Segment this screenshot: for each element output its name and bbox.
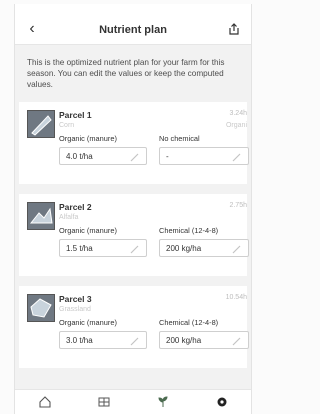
app-bar: ‹ Nutrient plan bbox=[15, 16, 251, 45]
organic-value: 3.0 t/ha bbox=[66, 336, 93, 345]
chemical-label: Chemical (12-4-8) bbox=[159, 226, 219, 235]
chemical-field[interactable]: 200 kg/ha bbox=[159, 239, 249, 257]
organic-value: 4.0 t/ha bbox=[66, 152, 93, 161]
pencil-icon[interactable] bbox=[232, 244, 242, 254]
pencil-icon[interactable] bbox=[232, 152, 242, 162]
chemical-label: Chemical (12-4-8) bbox=[159, 318, 219, 327]
pencil-icon[interactable] bbox=[130, 244, 140, 254]
parcel-thumbnail bbox=[27, 110, 55, 138]
share-icon[interactable] bbox=[227, 22, 241, 36]
organic-label: Organic (manure) bbox=[59, 134, 117, 143]
organic-value: 1.5 t/ha bbox=[66, 244, 93, 253]
chemical-value: 200 kg/ha bbox=[166, 244, 202, 253]
parcel-name: Parcel 3 bbox=[59, 294, 92, 304]
parcel-card: Parcel 1 Corn 3.24h Organi Organic (manu… bbox=[19, 102, 249, 184]
parcel-name: Parcel 1 bbox=[59, 110, 92, 120]
parcel-crop: Alfalfa bbox=[59, 214, 79, 221]
intro-text: This is the optimized nutrient plan for … bbox=[15, 45, 251, 102]
organic-field[interactable]: 3.0 t/ha bbox=[59, 331, 147, 349]
pencil-icon[interactable] bbox=[130, 336, 140, 346]
organic-field[interactable]: 4.0 t/ha bbox=[59, 147, 147, 165]
organic-field[interactable]: 1.5 t/ha bbox=[59, 239, 147, 257]
page-title: Nutrient plan bbox=[99, 24, 167, 36]
parcel-area: 10.54h bbox=[225, 294, 247, 301]
settings-icon[interactable] bbox=[211, 391, 233, 413]
parcel-card: Parcel 2 Alfalfa 2.75h Organic (manure) … bbox=[19, 194, 249, 276]
status-bar bbox=[15, 4, 251, 16]
pencil-icon[interactable] bbox=[130, 152, 140, 162]
parcel-area: 3.24h bbox=[229, 110, 247, 117]
chemical-value: 200 kg/ha bbox=[166, 336, 202, 345]
plant-icon[interactable] bbox=[152, 391, 174, 413]
parcel-crop: Corn bbox=[59, 122, 75, 129]
back-arrow-icon[interactable]: ‹ bbox=[23, 20, 41, 38]
chemical-field[interactable]: 200 kg/ha bbox=[159, 331, 249, 349]
pencil-icon[interactable] bbox=[232, 336, 242, 346]
chemical-label: No chemical bbox=[159, 134, 200, 143]
parcel-thumbnail bbox=[27, 294, 55, 322]
parcel-area: 2.75h bbox=[229, 202, 247, 209]
parcel-type: Organi bbox=[225, 122, 247, 129]
organic-label: Organic (manure) bbox=[59, 318, 117, 327]
parcel-crop: Grassland bbox=[59, 306, 91, 313]
home-icon[interactable] bbox=[34, 391, 56, 413]
bottom-nav bbox=[15, 389, 251, 414]
parcel-card: Parcel 3 Grassland 10.54h Organic (manur… bbox=[19, 286, 249, 368]
chemical-field[interactable]: - bbox=[159, 147, 249, 165]
map-grid-icon[interactable] bbox=[93, 391, 115, 413]
parcel-thumbnail bbox=[27, 202, 55, 230]
parcel-name: Parcel 2 bbox=[59, 202, 92, 212]
organic-label: Organic (manure) bbox=[59, 226, 117, 235]
chemical-value: - bbox=[166, 152, 169, 161]
phone-screen: ‹ Nutrient plan This is the optimized nu… bbox=[14, 4, 252, 414]
